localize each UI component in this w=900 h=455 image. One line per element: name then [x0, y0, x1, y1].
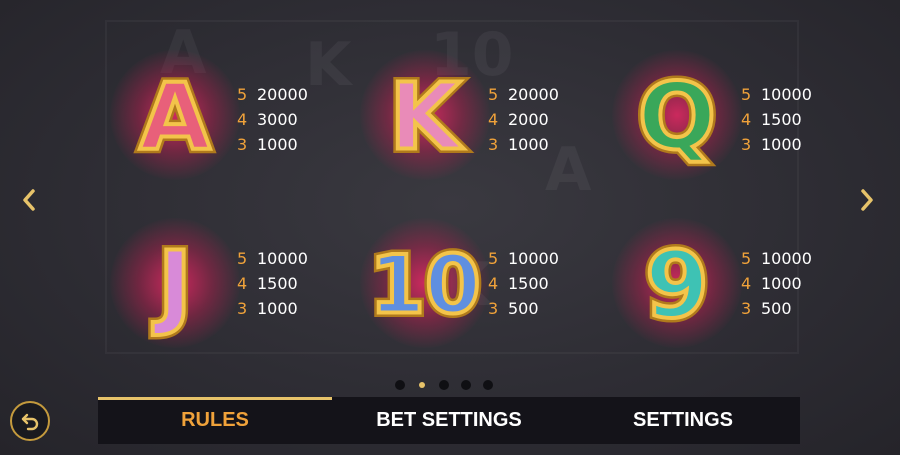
tab-bar: RULES BET SETTINGS SETTINGS: [98, 397, 800, 444]
page-indicator: [395, 380, 493, 390]
pay-row: 5 20000: [488, 82, 559, 107]
pay-row: 5 10000: [741, 246, 812, 271]
payout-value: 1000: [508, 135, 549, 154]
chevron-right-icon: [861, 189, 873, 211]
tab-settings[interactable]: SETTINGS: [566, 397, 800, 444]
match-count: 3: [488, 135, 499, 154]
number-9-icon: 9 9: [640, 227, 713, 343]
pay-row: 4 1000: [741, 271, 812, 296]
svg-text:K: K: [389, 64, 464, 171]
payout-value: 20000: [508, 85, 559, 104]
payout-value: 1000: [761, 135, 802, 154]
pay-row: 4 1500: [741, 107, 812, 132]
svg-text:9: 9: [645, 232, 709, 339]
payout-value: 10000: [257, 249, 308, 268]
match-count: 3: [237, 299, 248, 318]
match-count: 5: [741, 249, 752, 268]
payout-value: 10000: [508, 249, 559, 268]
pay-row: 5 10000: [237, 246, 308, 271]
payout-value: 10000: [761, 85, 812, 104]
pay-row: 3 1000: [237, 132, 308, 157]
payout-value: 500: [508, 299, 539, 318]
pay-row: 3 1000: [741, 132, 812, 157]
pay-row: 3 1000: [237, 296, 308, 321]
paytable-k: 5 20000 4 2000 3 1000: [488, 82, 559, 157]
match-count: 5: [741, 85, 752, 104]
symbol-9: 9 9: [612, 218, 742, 348]
symbol-j: J J: [110, 218, 240, 348]
pay-row: 3 1000: [488, 132, 559, 157]
symbol-10: 10 10: [360, 218, 490, 348]
pay-row: 3 500: [488, 296, 559, 321]
paytable-j: 5 10000 4 1500 3 1000: [237, 246, 308, 321]
symbol-k: K K: [360, 50, 490, 180]
match-count: 4: [741, 274, 752, 293]
pay-row: 4 1500: [488, 271, 559, 296]
number-10-icon: 10 10: [365, 234, 485, 336]
undo-arrow-icon: [21, 413, 39, 431]
paytable-a: 5 20000 4 3000 3 1000: [237, 82, 308, 157]
payout-value: 1500: [257, 274, 298, 293]
backdrop-symbol: K: [305, 30, 352, 100]
prev-page-arrow[interactable]: [14, 185, 44, 215]
letter-q-icon: Q Q: [633, 59, 720, 175]
svg-text:A: A: [139, 64, 210, 171]
svg-text:Q: Q: [638, 64, 716, 171]
match-count: 3: [741, 135, 752, 154]
pay-row: 4 1500: [237, 271, 308, 296]
match-count: 3: [237, 135, 248, 154]
match-count: 4: [741, 110, 752, 129]
match-count: 4: [237, 110, 248, 129]
svg-text:J: J: [152, 232, 192, 339]
chevron-left-icon: [23, 189, 35, 211]
page-dot-2[interactable]: [419, 382, 425, 388]
pay-row: 3 500: [741, 296, 812, 321]
tab-rules[interactable]: RULES: [98, 397, 332, 444]
page-dot-4[interactable]: [461, 380, 471, 390]
pay-row: 5 10000: [488, 246, 559, 271]
payout-value: 10000: [761, 249, 812, 268]
match-count: 5: [488, 249, 499, 268]
payout-value: 20000: [257, 85, 308, 104]
pay-row: 4 2000: [488, 107, 559, 132]
payout-value: 1500: [761, 110, 802, 129]
payout-value: 1000: [761, 274, 802, 293]
pay-row: 4 3000: [237, 107, 308, 132]
match-count: 4: [488, 274, 499, 293]
back-button[interactable]: [10, 401, 50, 441]
page-dot-1[interactable]: [395, 380, 405, 390]
letter-a-icon: A A: [135, 59, 215, 175]
letter-k-icon: K K: [385, 59, 469, 175]
paytable-q: 5 10000 4 1500 3 1000: [741, 82, 812, 157]
payout-value: 2000: [508, 110, 549, 129]
tab-bet-settings[interactable]: BET SETTINGS: [332, 397, 566, 444]
match-count: 5: [488, 85, 499, 104]
match-count: 4: [488, 110, 499, 129]
payout-value: 1000: [257, 135, 298, 154]
match-count: 4: [237, 274, 248, 293]
symbol-a: A A: [110, 50, 240, 180]
match-count: 5: [237, 249, 248, 268]
match-count: 3: [488, 299, 499, 318]
match-count: 5: [237, 85, 248, 104]
payout-value: 3000: [257, 110, 298, 129]
page-dot-5[interactable]: [483, 380, 493, 390]
svg-text:10: 10: [369, 239, 480, 332]
next-page-arrow[interactable]: [852, 185, 882, 215]
match-count: 3: [741, 299, 752, 318]
paytable-10: 5 10000 4 1500 3 500: [488, 246, 559, 321]
payout-value: 1500: [508, 274, 549, 293]
payout-value: 1000: [257, 299, 298, 318]
pay-row: 5 20000: [237, 82, 308, 107]
symbol-q: Q Q: [612, 50, 742, 180]
letter-j-icon: J J: [147, 227, 196, 343]
page-dot-3[interactable]: [439, 380, 449, 390]
pay-row: 5 10000: [741, 82, 812, 107]
paytable-9: 5 10000 4 1000 3 500: [741, 246, 812, 321]
payout-value: 500: [761, 299, 792, 318]
